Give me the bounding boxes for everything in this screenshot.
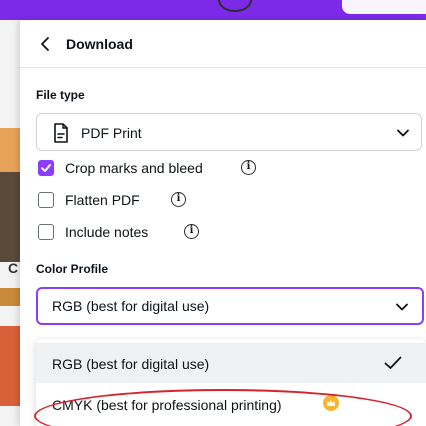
dropdown-option-cmyk[interactable]: CMYK (best for professional printing)	[36, 384, 426, 424]
include-notes-label: Include notes	[65, 224, 149, 240]
check-icon	[384, 356, 402, 369]
checkmark-icon	[41, 164, 51, 172]
flatten-pdf-label: Flatten PDF	[65, 192, 140, 208]
chevron-down-icon	[396, 303, 408, 311]
canvas-block	[0, 326, 20, 406]
color-profile-value: RGB (best for digital use)	[52, 298, 210, 314]
canvas-letter: C	[8, 260, 19, 276]
file-type-label: File type	[36, 88, 85, 102]
crown-icon	[323, 395, 339, 411]
flatten-pdf-checkbox[interactable]	[38, 192, 54, 208]
document-icon	[54, 123, 68, 143]
canvas-block	[0, 128, 20, 172]
download-panel: Download File type PDF Print Crop marks …	[20, 20, 426, 426]
flatten-pdf-option[interactable]: Flatten PDF i	[38, 190, 198, 210]
crop-marks-checkbox[interactable]	[38, 160, 54, 176]
info-icon[interactable]: i	[184, 224, 199, 239]
option-label: RGB (best for digital use)	[52, 356, 210, 372]
panel-header: Download	[20, 20, 426, 68]
file-type-value: PDF Print	[81, 125, 142, 141]
dropdown-option-rgb[interactable]: RGB (best for digital use)	[36, 343, 426, 383]
canvas-block	[0, 288, 20, 306]
include-notes-checkbox[interactable]	[38, 224, 54, 240]
include-notes-option[interactable]: Include notes i	[38, 222, 208, 242]
panel-title: Download	[66, 36, 133, 52]
color-profile-label: Color Profile	[36, 262, 109, 276]
info-icon[interactable]: i	[241, 160, 256, 175]
crop-marks-option[interactable]: Crop marks and bleed i	[38, 158, 278, 178]
editor-top-pill	[342, 0, 426, 14]
canvas-edge: C	[0, 20, 20, 426]
chevron-down-icon	[397, 129, 409, 137]
color-profile-dropdown: RGB (best for digital use) CMYK (best fo…	[36, 339, 426, 426]
color-profile-select[interactable]: RGB (best for digital use)	[36, 287, 424, 325]
canvas-block	[0, 172, 20, 262]
option-label: CMYK (best for professional printing)	[52, 397, 282, 413]
chevron-left-icon[interactable]	[38, 36, 52, 52]
file-type-select[interactable]: PDF Print	[36, 113, 422, 151]
info-icon[interactable]: i	[171, 192, 186, 207]
crop-marks-label: Crop marks and bleed	[65, 160, 203, 176]
